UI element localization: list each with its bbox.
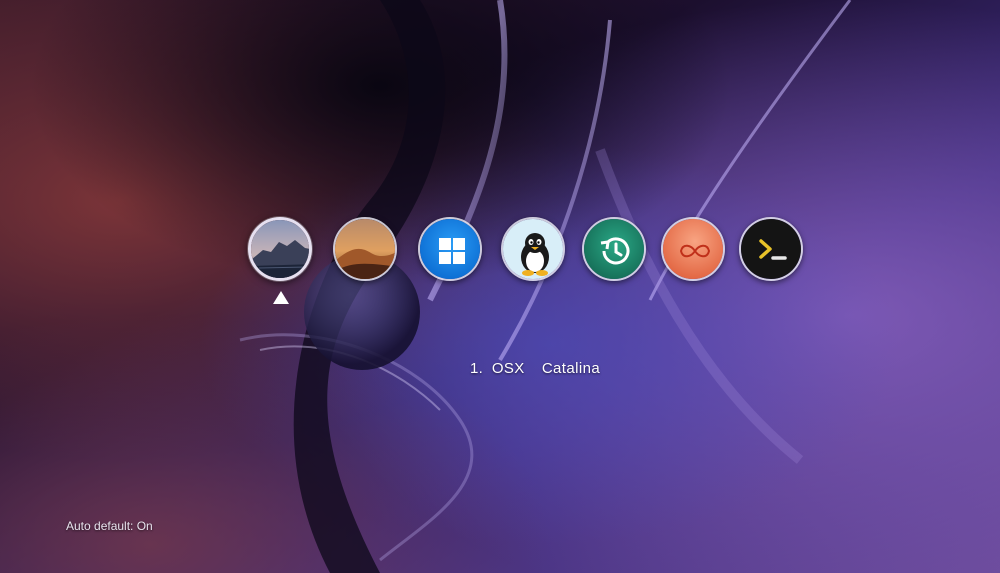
- boot-entry-windows[interactable]: [418, 217, 482, 281]
- boot-entry-linux[interactable]: [501, 217, 565, 281]
- boot-entry-osx-catalina[interactable]: [248, 217, 312, 281]
- auto-default-status: Auto default: On: [66, 519, 153, 533]
- boot-entry-shell[interactable]: [661, 217, 725, 281]
- selection-indicator-arrow: [273, 291, 289, 304]
- selected-entry-label: 1. OSX Catalina: [469, 360, 601, 377]
- boot-screen: 1. OSX Catalina Auto default: On: [0, 0, 1000, 573]
- boot-entry-osx-mojave[interactable]: [333, 217, 397, 281]
- boot-entry-time-machine[interactable]: [582, 217, 646, 281]
- boot-entry-terminal[interactable]: [739, 217, 803, 281]
- wallpaper-background: [0, 0, 1000, 573]
